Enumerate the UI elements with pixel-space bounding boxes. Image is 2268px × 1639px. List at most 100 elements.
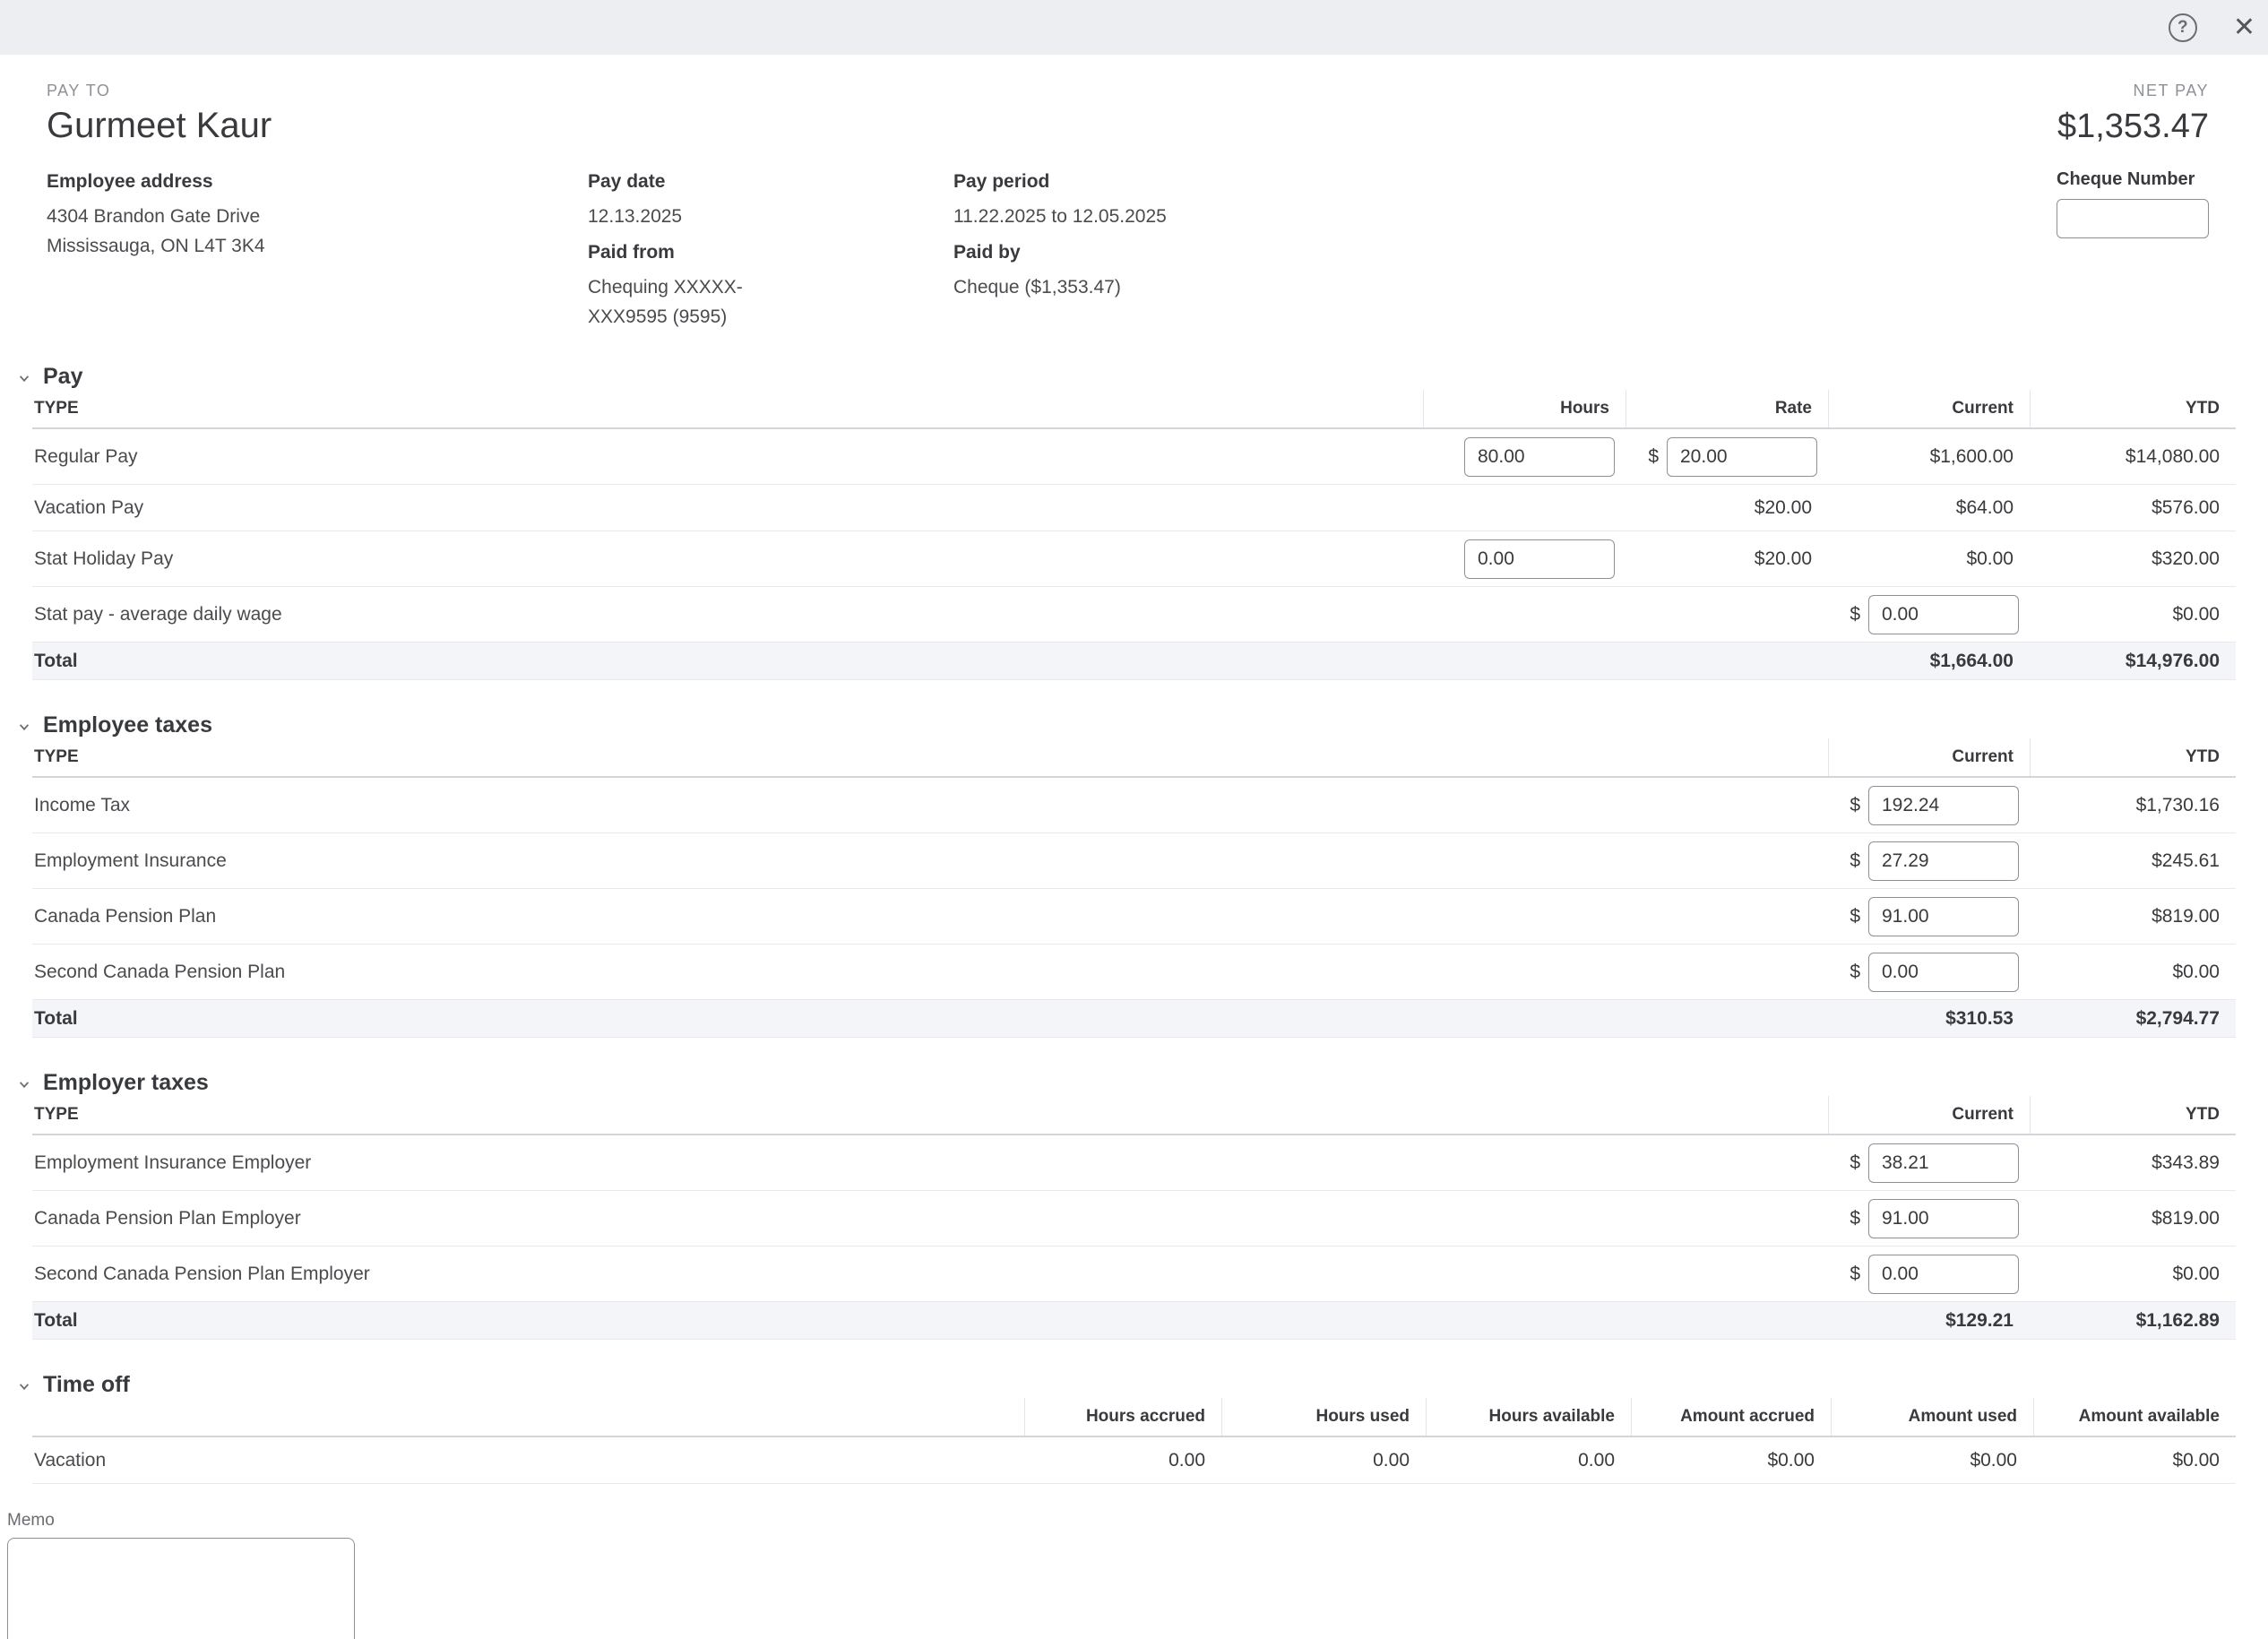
- currency-symbol: $: [1648, 446, 1659, 468]
- column-header-current: Current: [1828, 1096, 2030, 1134]
- total-label: Total: [32, 1008, 1828, 1030]
- column-header-hours: Hours: [1423, 390, 1626, 427]
- row-type-label: Regular Pay: [32, 446, 1423, 468]
- row-type-label: Stat Holiday Pay: [32, 548, 1423, 570]
- regular-pay-hours-input[interactable]: [1464, 437, 1615, 477]
- canada-pension-plan-current-input[interactable]: [1868, 897, 2019, 936]
- canada-pension-plan-ytd: $819.00: [2030, 906, 2236, 927]
- income-tax-ytd: $1,730.16: [2030, 795, 2236, 816]
- pay-table: TYPE Hours Rate Current YTD Regular Pay …: [32, 390, 2236, 680]
- row-type-label: Second Canada Pension Plan: [32, 962, 1828, 983]
- chevron-down-icon[interactable]: [14, 1074, 34, 1094]
- close-icon[interactable]: ✕: [2233, 14, 2255, 41]
- vacation-hours-used: 0.00: [1221, 1450, 1426, 1471]
- vacation-pay-rate: $20.00: [1626, 497, 1828, 519]
- cheque-number-input[interactable]: [2057, 199, 2209, 238]
- pay-total-ytd: $14,976.00: [2030, 651, 2236, 672]
- currency-symbol: $: [1850, 962, 1860, 983]
- column-header-rate: Rate: [1626, 390, 1828, 427]
- section-title-label: Employer taxes: [43, 1070, 209, 1096]
- employer-taxes-table: TYPE Current YTD Employment Insurance Em…: [32, 1096, 2236, 1340]
- pay-to-label: PAY TO: [47, 82, 2236, 100]
- row-type-label: Canada Pension Plan: [32, 906, 1828, 927]
- employment-insurance-current-input[interactable]: [1868, 841, 2019, 881]
- employee-address-block: Employee address 4304 Brandon Gate Drive…: [47, 171, 588, 261]
- section-title-employer-taxes: Employer taxes: [14, 1070, 2236, 1096]
- stat-holiday-current: $0.00: [1828, 548, 2030, 570]
- currency-symbol: $: [1850, 906, 1860, 927]
- net-pay-label: NET PAY: [1940, 82, 2209, 100]
- paid-by-label: Paid by: [953, 242, 1581, 263]
- row-type-label: Canada Pension Plan Employer: [32, 1208, 1828, 1229]
- row-type-label: Employment Insurance Employer: [32, 1152, 1828, 1174]
- column-header-amount-available: Amount available: [2033, 1398, 2236, 1436]
- section-title-pay: Pay: [14, 364, 2236, 390]
- pay-table-header: TYPE Hours Rate Current YTD: [32, 390, 2236, 429]
- table-row-time-off-vacation: Vacation 0.00 0.00 0.00 $0.00 $0.00 $0.0…: [32, 1437, 2236, 1484]
- total-label: Total: [32, 651, 1423, 672]
- second-canada-pension-plan-employer-ytd: $0.00: [2030, 1264, 2236, 1285]
- stat-pay-average-current-input[interactable]: [1868, 595, 2019, 634]
- currency-symbol: $: [1850, 850, 1860, 872]
- section-title-time-off: Time off: [14, 1372, 2236, 1398]
- total-label: Total: [32, 1310, 1828, 1332]
- row-type-label: Employment Insurance: [32, 850, 1828, 872]
- section-title-label: Employee taxes: [43, 712, 212, 738]
- column-header-ytd: YTD: [2030, 1096, 2236, 1134]
- row-type-label: Vacation: [32, 1450, 1024, 1471]
- employee-address-label: Employee address: [47, 171, 588, 193]
- memo-textarea[interactable]: [7, 1538, 355, 1639]
- canada-pension-plan-employer-current-input[interactable]: [1868, 1199, 2019, 1238]
- stat-holiday-ytd: $320.00: [2030, 548, 2236, 570]
- currency-symbol: $: [1850, 1152, 1860, 1174]
- chevron-down-icon[interactable]: [14, 717, 34, 737]
- employment-insurance-employer-current-input[interactable]: [1868, 1143, 2019, 1183]
- chevron-down-icon[interactable]: [14, 1376, 34, 1396]
- second-canada-pension-plan-ytd: $0.00: [2030, 962, 2236, 983]
- time-off-header: Hours accrued Hours used Hours available…: [32, 1398, 2236, 1437]
- column-header-ytd: YTD: [2030, 738, 2236, 776]
- employee-taxes-table: TYPE Current YTD Income Tax $ $1,730.16 …: [32, 738, 2236, 1038]
- vacation-amount-accrued: $0.00: [1631, 1450, 1831, 1471]
- income-tax-current-input[interactable]: [1868, 786, 2019, 825]
- column-header-type: TYPE: [32, 390, 1423, 427]
- paid-from-line1: Chequing XXXXX-: [588, 272, 953, 302]
- table-row-vacation-pay: Vacation Pay $20.00 $64.00 $576.00: [32, 485, 2236, 531]
- table-row-second-canada-pension-plan: Second Canada Pension Plan $ $0.00: [32, 945, 2236, 1000]
- employer-taxes-total-ytd: $1,162.89: [2030, 1310, 2236, 1332]
- memo-section: Memo: [0, 1511, 2268, 1639]
- help-icon[interactable]: ?: [2169, 13, 2197, 42]
- currency-symbol: $: [1850, 1208, 1860, 1229]
- paid-from-label: Paid from: [588, 242, 953, 263]
- stat-pay-average-ytd: $0.00: [2030, 604, 2236, 625]
- net-pay-amount: $1,353.47: [1940, 108, 2209, 146]
- regular-pay-rate-input[interactable]: [1667, 437, 1817, 477]
- section-title-label: Pay: [43, 364, 82, 390]
- column-header-type: TYPE: [32, 738, 1828, 776]
- paid-from-block: Paid from Chequing XXXXX- XXX9595 (9595): [588, 242, 953, 332]
- second-canada-pension-plan-employer-current-input[interactable]: [1868, 1255, 2019, 1294]
- regular-pay-current: $1,600.00: [1828, 446, 2030, 468]
- employee-taxes-total-ytd: $2,794.77: [2030, 1008, 2236, 1030]
- chevron-down-icon[interactable]: [14, 368, 34, 388]
- employer-taxes-total-current: $129.21: [1828, 1310, 2030, 1332]
- column-header-current: Current: [1828, 390, 2030, 427]
- table-row-income-tax: Income Tax $ $1,730.16: [32, 778, 2236, 833]
- paid-by-value: Cheque ($1,353.47): [953, 272, 1581, 302]
- table-row-employee-taxes-total: Total $310.53 $2,794.77: [32, 1000, 2236, 1038]
- currency-symbol: $: [1850, 1264, 1860, 1285]
- column-header-type: TYPE: [32, 1096, 1828, 1134]
- employment-insurance-employer-ytd: $343.89: [2030, 1152, 2236, 1174]
- pay-period-value: 11.22.2025 to 12.05.2025: [953, 202, 1581, 231]
- section-title-employee-taxes: Employee taxes: [14, 712, 2236, 738]
- vacation-pay-ytd: $576.00: [2030, 497, 2236, 519]
- table-row-stat-holiday-pay: Stat Holiday Pay $20.00 $0.00 $320.00: [32, 531, 2236, 587]
- column-header-ytd: YTD: [2030, 390, 2236, 427]
- stat-holiday-hours-input[interactable]: [1464, 539, 1615, 579]
- pay-date-label: Pay date: [588, 171, 953, 193]
- second-canada-pension-plan-current-input[interactable]: [1868, 953, 2019, 992]
- pay-date-block: Pay date 12.13.2025: [588, 171, 953, 231]
- row-type-label: Stat pay - average daily wage: [32, 604, 1423, 625]
- column-header-hours-used: Hours used: [1221, 1398, 1426, 1436]
- table-row-stat-pay-average: Stat pay - average daily wage $ $0.00: [32, 587, 2236, 643]
